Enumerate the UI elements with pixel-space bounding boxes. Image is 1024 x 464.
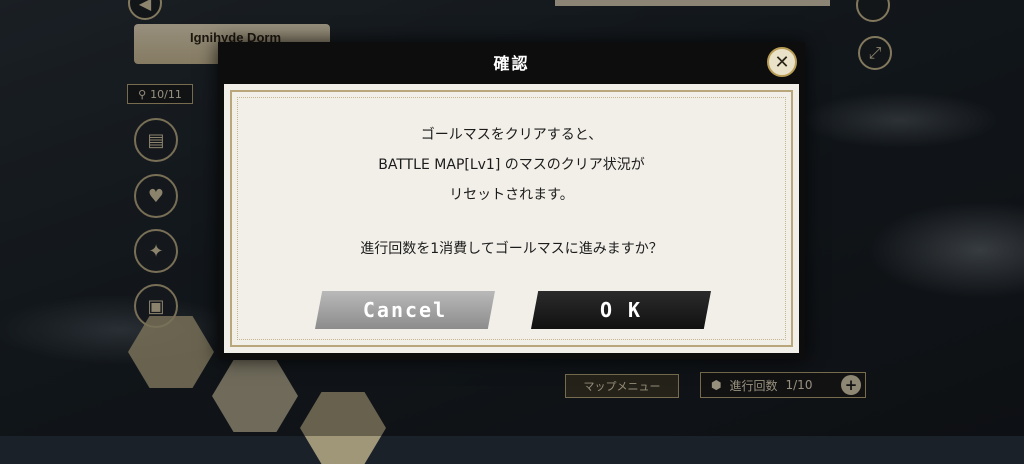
message-line-2: BATTLE MAP[Lv1] のマスのクリア状況が — [378, 157, 645, 173]
close-icon: ✕ — [774, 51, 790, 73]
cancel-label: Cancel — [362, 298, 448, 322]
ok-button[interactable]: O K — [531, 291, 711, 329]
close-button[interactable]: ✕ — [767, 47, 797, 77]
confirm-dialog: 確認 ✕ ゴールマスをクリアすると、 BATTLE MAP[Lv1] のマスのク… — [218, 42, 805, 359]
dialog-title: 確認 — [493, 54, 530, 73]
question-text: 進行回数を1消費してゴールマスに進みますか？ — [360, 241, 663, 257]
cancel-button[interactable]: Cancel — [315, 291, 495, 329]
message-line-3: リセットされます。 — [449, 187, 574, 203]
message-line-1: ゴールマスをクリアすると、 — [420, 127, 603, 143]
dialog-body: ゴールマスをクリアすると、 BATTLE MAP[Lv1] のマスのクリア状況が… — [224, 84, 799, 353]
ok-label: O K — [599, 298, 643, 322]
